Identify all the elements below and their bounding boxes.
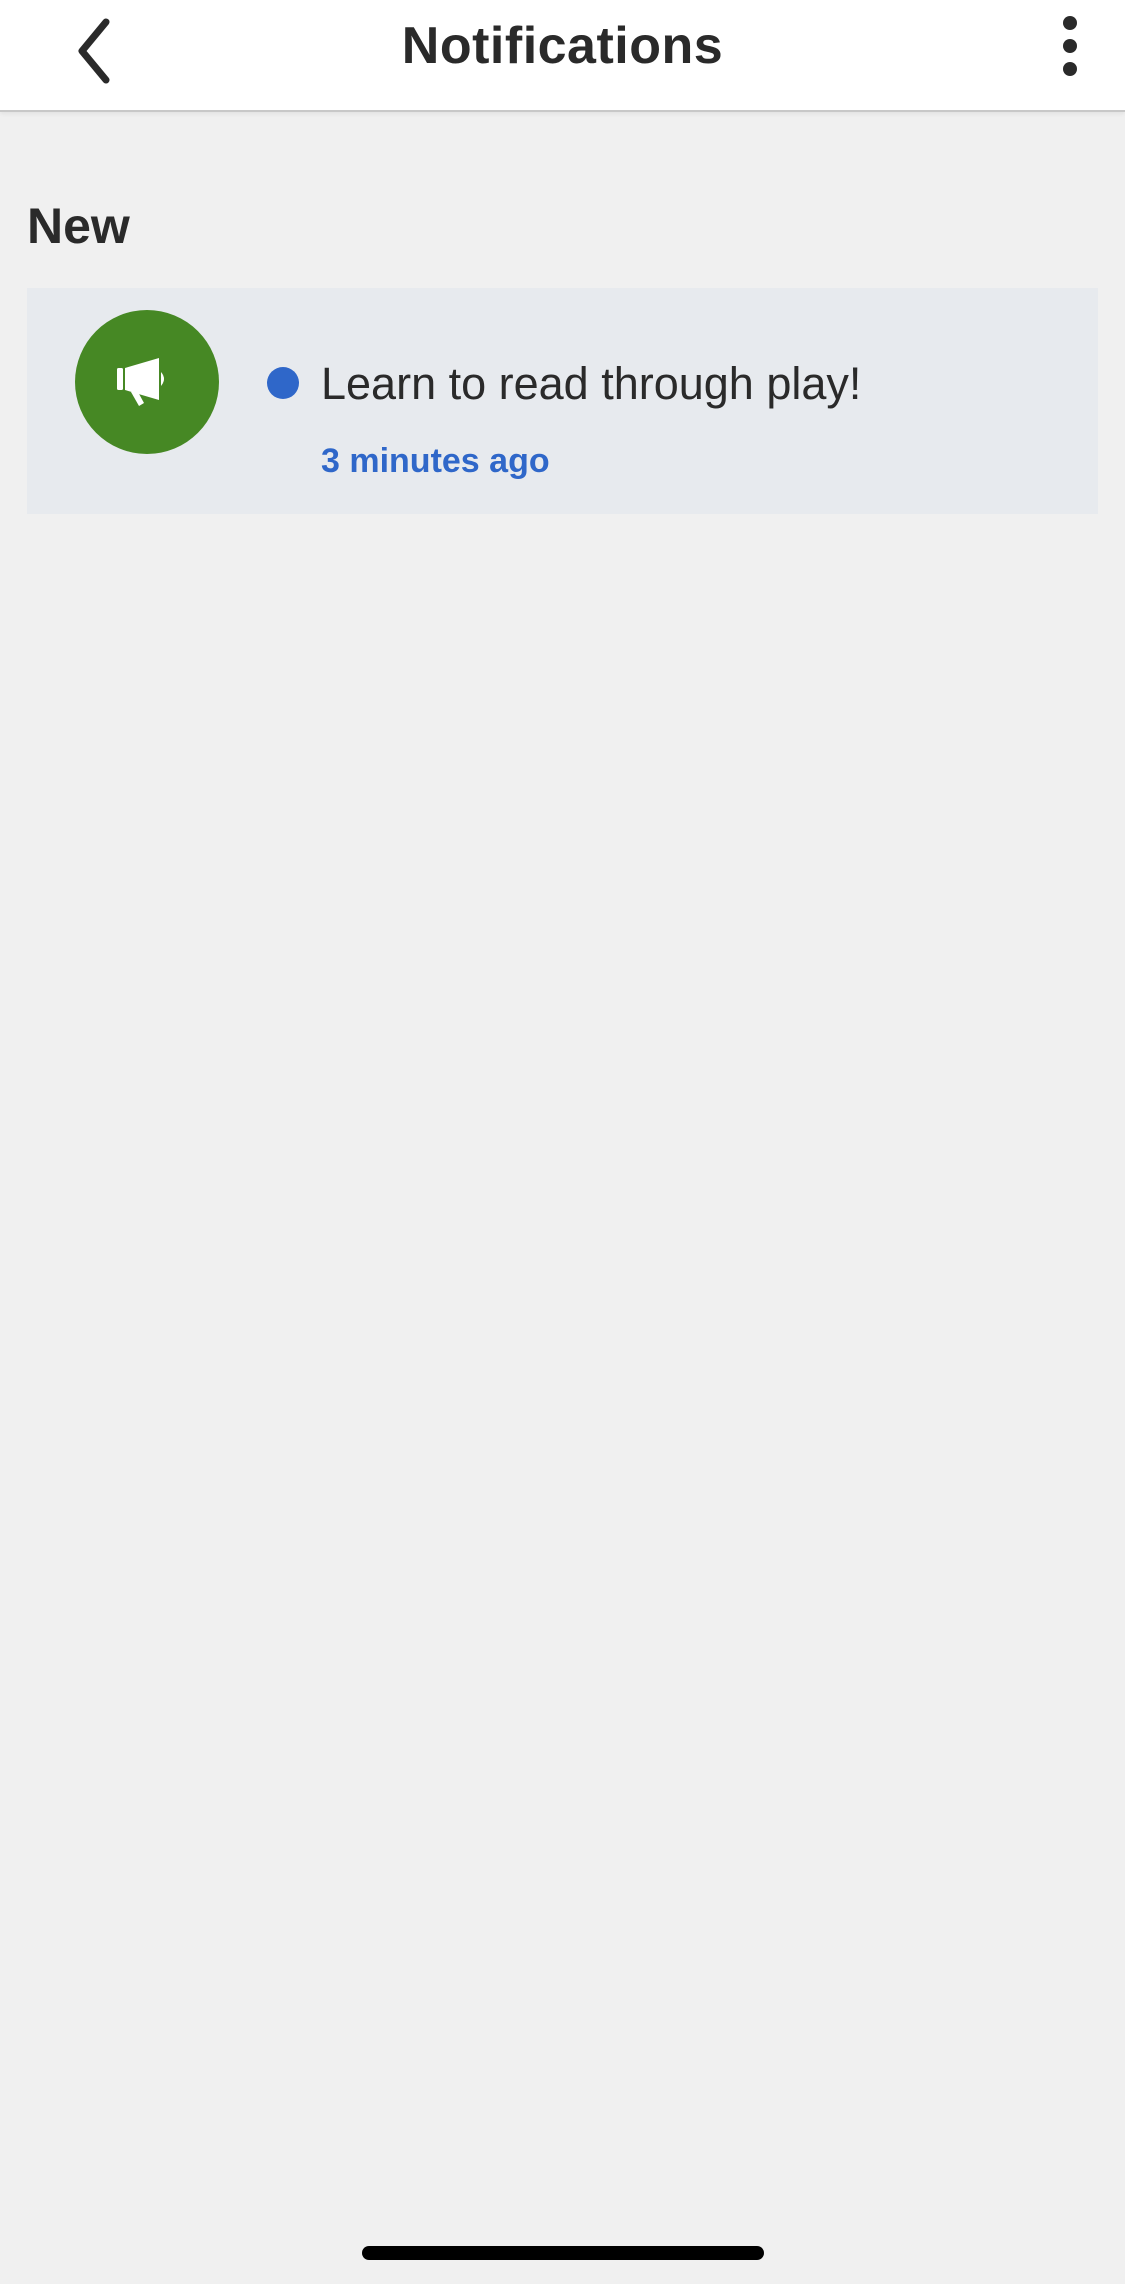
- app-header: Notifications: [0, 0, 1125, 112]
- unread-indicator: [267, 367, 299, 399]
- section-heading-new: New: [27, 198, 130, 254]
- megaphone-icon: [117, 358, 164, 406]
- page-title: Notifications: [401, 17, 724, 75]
- notification-timestamp: 3 minutes ago: [321, 442, 550, 480]
- more-vertical-icon: [1063, 16, 1077, 76]
- notification-title: Learn to read through play!: [321, 358, 862, 409]
- more-options-button[interactable]: [1015, 0, 1125, 92]
- notification-avatar: [75, 310, 219, 454]
- home-indicator[interactable]: [362, 2246, 764, 2260]
- notifications-screen: Notifications New Learn to read through …: [0, 0, 1125, 2284]
- notification-item[interactable]: Learn to read through play! 3 minutes ag…: [27, 288, 1098, 514]
